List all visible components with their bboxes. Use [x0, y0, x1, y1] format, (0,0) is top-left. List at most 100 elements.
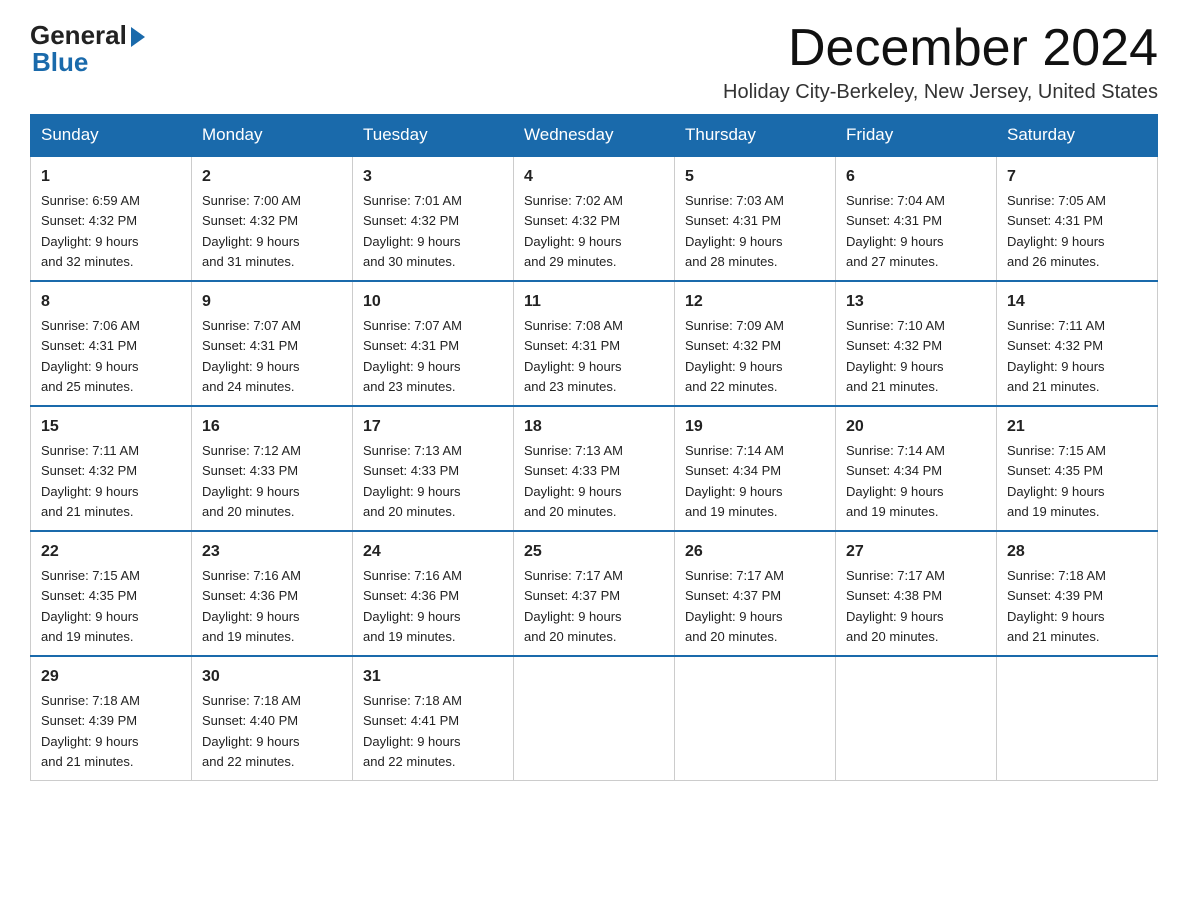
- calendar-cell: 4Sunrise: 7:02 AM Sunset: 4:32 PM Daylig…: [514, 156, 675, 281]
- location-title: Holiday City-Berkeley, New Jersey, Unite…: [723, 81, 1158, 104]
- day-info: Sunrise: 7:09 AM Sunset: 4:32 PM Dayligh…: [685, 318, 784, 394]
- day-number: 28: [1007, 540, 1147, 564]
- day-info: Sunrise: 7:14 AM Sunset: 4:34 PM Dayligh…: [685, 443, 784, 519]
- calendar-cell: 25 Sunrise: 7:17 AM Sunset: 4:37 PM Dayli…: [514, 531, 675, 656]
- day-info: Sunrise: 7:15 AM Sunset: 4:35 PM Dayligh…: [41, 568, 140, 644]
- calendar-cell: 14 Sunrise: 7:11 AM Sunset: 4:32 PM Dayli…: [997, 281, 1158, 406]
- header-wednesday: Wednesday: [514, 115, 675, 157]
- day-info: Sunrise: 7:03 AM Sunset: 4:31 PM Dayligh…: [685, 193, 784, 269]
- title-block: December 2024 Holiday City-Berkeley, New…: [723, 20, 1158, 104]
- day-number: 8: [41, 290, 181, 314]
- calendar-cell: 7 Sunrise: 7:05 AM Sunset: 4:31 PM Daylig…: [997, 156, 1158, 281]
- day-number: 4: [524, 165, 664, 189]
- logo: General Blue: [30, 20, 145, 78]
- day-info: Sunrise: 7:04 AM Sunset: 4:31 PM Dayligh…: [846, 193, 945, 269]
- day-info: Sunrise: 7:18 AM Sunset: 4:39 PM Dayligh…: [41, 693, 140, 769]
- calendar-week-row: 8 Sunrise: 7:06 AM Sunset: 4:31 PM Daylig…: [31, 281, 1158, 406]
- day-info: Sunrise: 7:06 AM Sunset: 4:31 PM Dayligh…: [41, 318, 140, 394]
- calendar-cell: 8 Sunrise: 7:06 AM Sunset: 4:31 PM Daylig…: [31, 281, 192, 406]
- header-tuesday: Tuesday: [353, 115, 514, 157]
- calendar-cell: 1 Sunrise: 6:59 AM Sunset: 4:32 PM Daylig…: [31, 156, 192, 281]
- calendar-cell: 11 Sunrise: 7:08 AM Sunset: 4:31 PM Dayli…: [514, 281, 675, 406]
- calendar-cell: 26Sunrise: 7:17 AM Sunset: 4:37 PM Dayli…: [675, 531, 836, 656]
- calendar-cell: 9Sunrise: 7:07 AM Sunset: 4:31 PM Daylig…: [192, 281, 353, 406]
- header-thursday: Thursday: [675, 115, 836, 157]
- day-number: 19: [685, 415, 825, 439]
- header-monday: Monday: [192, 115, 353, 157]
- calendar-cell: [997, 656, 1158, 781]
- calendar-cell: 3 Sunrise: 7:01 AM Sunset: 4:32 PM Daylig…: [353, 156, 514, 281]
- calendar-cell: 10 Sunrise: 7:07 AM Sunset: 4:31 PM Dayli…: [353, 281, 514, 406]
- day-number: 9: [202, 290, 342, 314]
- day-number: 30: [202, 665, 342, 689]
- calendar-cell: [836, 656, 997, 781]
- day-info: Sunrise: 7:08 AM Sunset: 4:31 PM Dayligh…: [524, 318, 623, 394]
- calendar-cell: 28 Sunrise: 7:18 AM Sunset: 4:39 PM Dayli…: [997, 531, 1158, 656]
- header-sunday: Sunday: [31, 115, 192, 157]
- day-number: 12: [685, 290, 825, 314]
- calendar-cell: 16 Sunrise: 7:12 AM Sunset: 4:33 PM Dayli…: [192, 406, 353, 531]
- day-number: 14: [1007, 290, 1147, 314]
- day-info: Sunrise: 7:11 AM Sunset: 4:32 PM Dayligh…: [1007, 318, 1105, 394]
- calendar-cell: 6 Sunrise: 7:04 AM Sunset: 4:31 PM Daylig…: [836, 156, 997, 281]
- day-number: 11: [524, 290, 664, 314]
- calendar-cell: [675, 656, 836, 781]
- day-info: Sunrise: 7:13 AM Sunset: 4:33 PM Dayligh…: [363, 443, 462, 519]
- header-friday: Friday: [836, 115, 997, 157]
- weekday-header-row: Sunday Monday Tuesday Wednesday Thursday…: [31, 115, 1158, 157]
- calendar-cell: 17Sunrise: 7:13 AM Sunset: 4:33 PM Dayli…: [353, 406, 514, 531]
- day-number: 1: [41, 165, 181, 189]
- day-info: Sunrise: 7:18 AM Sunset: 4:41 PM Dayligh…: [363, 693, 462, 769]
- day-info: Sunrise: 7:07 AM Sunset: 4:31 PM Dayligh…: [363, 318, 462, 394]
- calendar-cell: 13Sunrise: 7:10 AM Sunset: 4:32 PM Dayli…: [836, 281, 997, 406]
- day-number: 3: [363, 165, 503, 189]
- month-title: December 2024: [723, 20, 1158, 77]
- day-info: Sunrise: 7:16 AM Sunset: 4:36 PM Dayligh…: [363, 568, 462, 644]
- day-info: Sunrise: 7:18 AM Sunset: 4:39 PM Dayligh…: [1007, 568, 1106, 644]
- day-number: 16: [202, 415, 342, 439]
- calendar-week-row: 29 Sunrise: 7:18 AM Sunset: 4:39 PM Dayli…: [31, 656, 1158, 781]
- calendar-week-row: 15Sunrise: 7:11 AM Sunset: 4:32 PM Dayli…: [31, 406, 1158, 531]
- day-info: Sunrise: 7:05 AM Sunset: 4:31 PM Dayligh…: [1007, 193, 1106, 269]
- calendar-cell: 5 Sunrise: 7:03 AM Sunset: 4:31 PM Daylig…: [675, 156, 836, 281]
- day-info: Sunrise: 7:15 AM Sunset: 4:35 PM Dayligh…: [1007, 443, 1106, 519]
- day-number: 15: [41, 415, 181, 439]
- day-info: Sunrise: 7:12 AM Sunset: 4:33 PM Dayligh…: [202, 443, 301, 519]
- day-info: Sunrise: 7:14 AM Sunset: 4:34 PM Dayligh…: [846, 443, 945, 519]
- page-header: General Blue December 2024 Holiday City-…: [30, 20, 1158, 104]
- calendar-cell: 30 Sunrise: 7:18 AM Sunset: 4:40 PM Dayli…: [192, 656, 353, 781]
- day-number: 22: [41, 540, 181, 564]
- header-saturday: Saturday: [997, 115, 1158, 157]
- calendar-cell: 15Sunrise: 7:11 AM Sunset: 4:32 PM Dayli…: [31, 406, 192, 531]
- calendar-cell: 31 Sunrise: 7:18 AM Sunset: 4:41 PM Dayli…: [353, 656, 514, 781]
- day-number: 2: [202, 165, 342, 189]
- day-number: 7: [1007, 165, 1147, 189]
- logo-blue-text: Blue: [30, 47, 88, 78]
- day-number: 5: [685, 165, 825, 189]
- day-info: Sunrise: 7:01 AM Sunset: 4:32 PM Dayligh…: [363, 193, 462, 269]
- day-info: Sunrise: 7:13 AM Sunset: 4:33 PM Dayligh…: [524, 443, 623, 519]
- day-info: Sunrise: 6:59 AM Sunset: 4:32 PM Dayligh…: [41, 193, 140, 269]
- day-number: 18: [524, 415, 664, 439]
- day-number: 31: [363, 665, 503, 689]
- day-info: Sunrise: 7:18 AM Sunset: 4:40 PM Dayligh…: [202, 693, 301, 769]
- day-number: 13: [846, 290, 986, 314]
- day-number: 27: [846, 540, 986, 564]
- calendar-table: Sunday Monday Tuesday Wednesday Thursday…: [30, 114, 1158, 781]
- calendar-cell: 23Sunrise: 7:16 AM Sunset: 4:36 PM Dayli…: [192, 531, 353, 656]
- day-info: Sunrise: 7:00 AM Sunset: 4:32 PM Dayligh…: [202, 193, 301, 269]
- calendar-cell: 27Sunrise: 7:17 AM Sunset: 4:38 PM Dayli…: [836, 531, 997, 656]
- day-number: 6: [846, 165, 986, 189]
- day-info: Sunrise: 7:17 AM Sunset: 4:37 PM Dayligh…: [685, 568, 784, 644]
- day-number: 25: [524, 540, 664, 564]
- calendar-cell: [514, 656, 675, 781]
- logo-arrow-icon: [131, 27, 145, 47]
- calendar-week-row: 22 Sunrise: 7:15 AM Sunset: 4:35 PM Dayli…: [31, 531, 1158, 656]
- calendar-cell: 12 Sunrise: 7:09 AM Sunset: 4:32 PM Dayli…: [675, 281, 836, 406]
- calendar-cell: 2 Sunrise: 7:00 AM Sunset: 4:32 PM Daylig…: [192, 156, 353, 281]
- day-number: 10: [363, 290, 503, 314]
- calendar-cell: 22 Sunrise: 7:15 AM Sunset: 4:35 PM Dayli…: [31, 531, 192, 656]
- day-number: 20: [846, 415, 986, 439]
- day-info: Sunrise: 7:17 AM Sunset: 4:37 PM Dayligh…: [524, 568, 623, 644]
- day-number: 29: [41, 665, 181, 689]
